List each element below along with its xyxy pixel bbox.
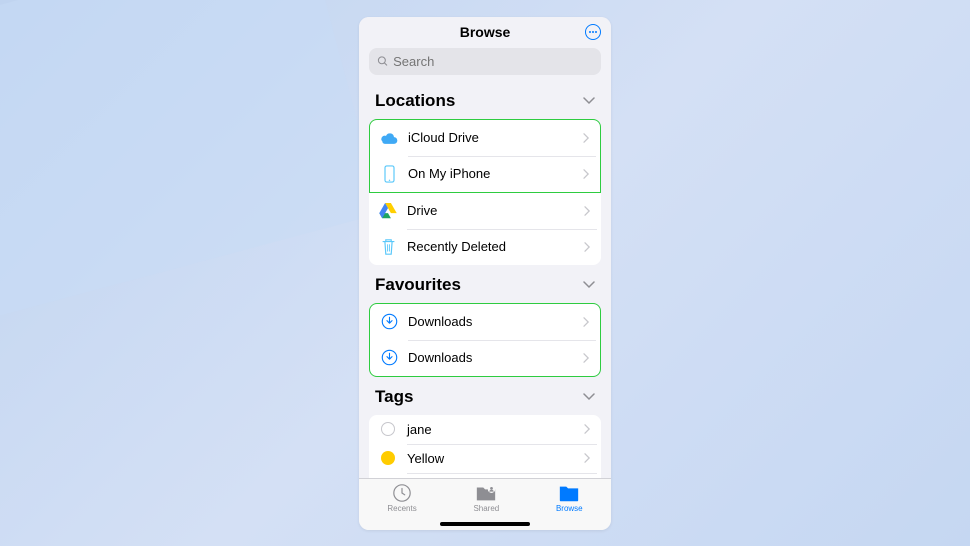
phone-icon [378, 163, 400, 185]
tag-yellow[interactable]: Yellow [369, 444, 601, 473]
tag-color-icon [381, 422, 395, 436]
favourite-downloads-2[interactable]: Downloads [370, 340, 600, 376]
favourites-list: Downloads Downloads [369, 303, 601, 377]
tag-color-icon [381, 451, 395, 465]
locations-title: Locations [375, 91, 455, 111]
location-on-my-iphone[interactable]: On My iPhone [370, 156, 600, 192]
tags-list: jane Yellow Purple Gray [369, 415, 601, 478]
more-button[interactable] [585, 24, 601, 40]
shared-folder-icon [475, 483, 497, 503]
locations-list-highlighted: iCloud Drive On My iPhone [369, 119, 601, 193]
ellipsis-icon [589, 31, 597, 33]
tab-label: Browse [556, 504, 583, 513]
folder-icon [558, 483, 580, 503]
files-app-screen: Browse Locations iCloud Drive [359, 17, 611, 530]
row-label: iCloud Drive [408, 130, 583, 145]
chevron-right-icon [584, 242, 591, 252]
tag-jane[interactable]: jane [369, 415, 601, 444]
chevron-right-icon [583, 133, 590, 143]
download-icon [378, 311, 400, 333]
location-recently-deleted[interactable]: Recently Deleted [369, 229, 601, 265]
home-indicator[interactable] [440, 522, 530, 526]
chevron-down-icon [583, 281, 595, 289]
locations-header[interactable]: Locations [359, 81, 611, 119]
row-label: Drive [407, 203, 584, 218]
search-bar[interactable] [369, 48, 601, 75]
locations-list: Drive Recently Deleted [369, 193, 601, 265]
tab-shared[interactable]: Shared [473, 483, 499, 513]
chevron-down-icon [583, 393, 595, 401]
row-label: jane [407, 422, 584, 437]
tags-header[interactable]: Tags [359, 377, 611, 415]
chevron-down-icon [583, 97, 595, 105]
tab-label: Recents [387, 504, 416, 513]
cloud-icon [378, 127, 400, 149]
download-icon [378, 347, 400, 369]
search-input[interactable] [393, 54, 593, 69]
chevron-right-icon [584, 206, 591, 216]
content: Locations iCloud Drive On My iPhone [359, 81, 611, 478]
row-label: Recently Deleted [407, 239, 584, 254]
trash-icon [377, 236, 399, 258]
location-icloud-drive[interactable]: iCloud Drive [370, 120, 600, 156]
chevron-right-icon [583, 169, 590, 179]
tab-recents[interactable]: Recents [387, 483, 416, 513]
row-label: Yellow [407, 451, 584, 466]
header: Browse [359, 17, 611, 48]
search-icon [377, 55, 388, 67]
page-title: Browse [460, 24, 511, 40]
favourites-title: Favourites [375, 275, 461, 295]
tab-bar: Recents Shared Browse [359, 478, 611, 530]
row-label: On My iPhone [408, 166, 583, 181]
location-drive[interactable]: Drive [369, 193, 601, 229]
favourite-downloads-1[interactable]: Downloads [370, 304, 600, 340]
google-drive-icon [377, 200, 399, 222]
tab-browse[interactable]: Browse [556, 483, 583, 513]
chevron-right-icon [583, 317, 590, 327]
row-label: Downloads [408, 350, 583, 365]
chevron-right-icon [583, 353, 590, 363]
chevron-right-icon [584, 453, 591, 463]
favourites-header[interactable]: Favourites [359, 265, 611, 303]
tab-label: Shared [473, 504, 499, 513]
row-label: Downloads [408, 314, 583, 329]
chevron-right-icon [584, 424, 591, 434]
clock-icon [391, 483, 413, 503]
tags-title: Tags [375, 387, 413, 407]
